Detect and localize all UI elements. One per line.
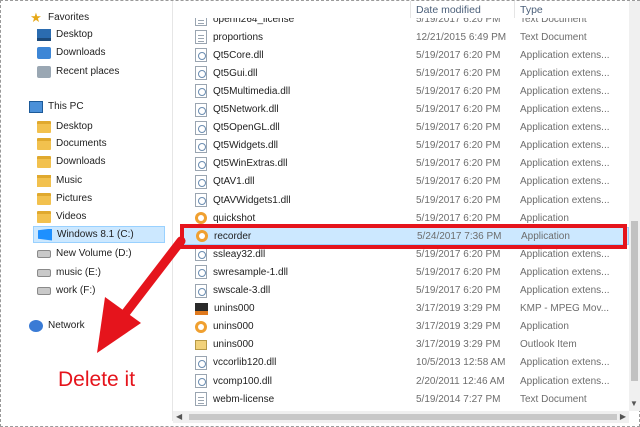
red-arrow-icon — [97, 236, 186, 353]
delete-it-annotation: Delete it — [58, 368, 136, 391]
explorer-window: ★ Favorites Desktop Downloads Recent pla… — [0, 0, 640, 427]
